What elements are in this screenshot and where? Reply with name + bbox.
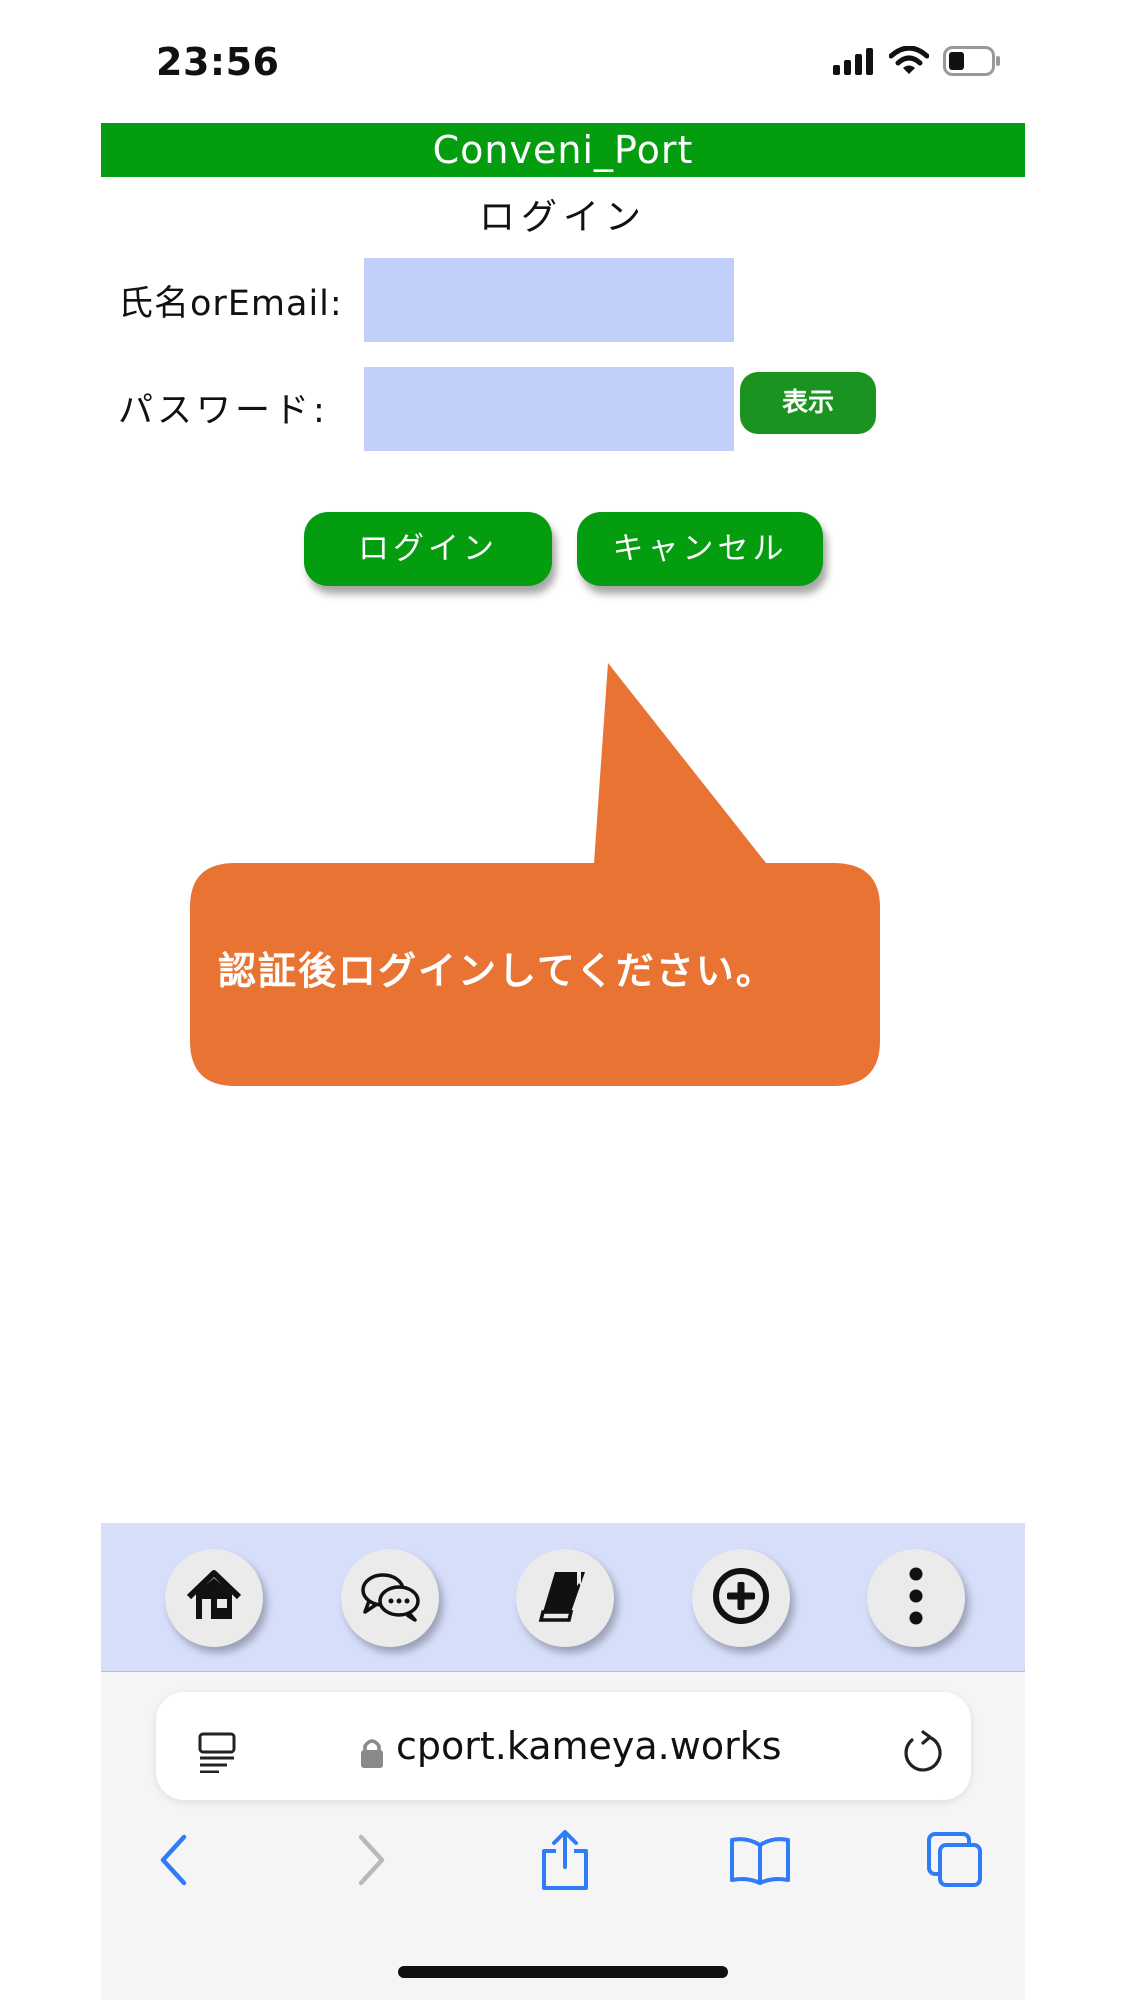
tabs-icon <box>926 1831 984 1893</box>
more-vert-icon <box>906 1566 926 1630</box>
status-icons <box>833 45 1001 80</box>
nav-home-button[interactable] <box>165 1549 263 1647</box>
app-header: Conveni_Port <box>101 123 1025 177</box>
signal-icon <box>833 47 875 79</box>
message-bubble <box>190 663 880 1086</box>
email-label: 氏名orEmail: <box>118 284 343 324</box>
forward-button[interactable] <box>342 1832 402 1892</box>
back-icon <box>158 1834 188 1890</box>
reader-mode-icon[interactable] <box>197 1731 239 1777</box>
bookmarks-icon <box>729 1835 791 1889</box>
lock-icon <box>360 1737 384 1773</box>
login-button[interactable]: ログイン <box>304 512 552 586</box>
cancel-button[interactable]: キャンセル <box>577 512 823 586</box>
book-icon <box>537 1568 593 1628</box>
nav-chat-button[interactable] <box>341 1549 439 1647</box>
nav-book-button[interactable] <box>516 1549 614 1647</box>
show-password-button[interactable]: 表示 <box>740 372 876 434</box>
forward-icon <box>357 1834 387 1890</box>
wifi-icon <box>888 45 930 80</box>
add-circle-icon <box>711 1566 771 1630</box>
share-button[interactable] <box>535 1829 595 1895</box>
url-text[interactable]: cport.kameya.works <box>396 1724 782 1768</box>
email-field[interactable] <box>364 258 734 342</box>
home-icon <box>185 1569 243 1627</box>
status-time: 23:56 <box>156 40 280 84</box>
nav-more-button[interactable] <box>867 1549 965 1647</box>
password-field[interactable] <box>364 367 734 451</box>
tabs-button[interactable] <box>925 1832 985 1892</box>
share-icon <box>540 1829 590 1895</box>
message-text: 認証後ログインしてください。 <box>218 949 776 993</box>
password-label: パスワード: <box>118 391 329 431</box>
back-button[interactable] <box>143 1832 203 1892</box>
battery-icon <box>943 46 1001 80</box>
bookmarks-button[interactable] <box>730 1832 790 1892</box>
home-indicator <box>398 1966 728 1978</box>
reload-icon[interactable] <box>899 1729 945 1779</box>
chat-icon <box>359 1570 421 1626</box>
nav-add-button[interactable] <box>692 1549 790 1647</box>
page-title: ログイン <box>478 197 647 238</box>
